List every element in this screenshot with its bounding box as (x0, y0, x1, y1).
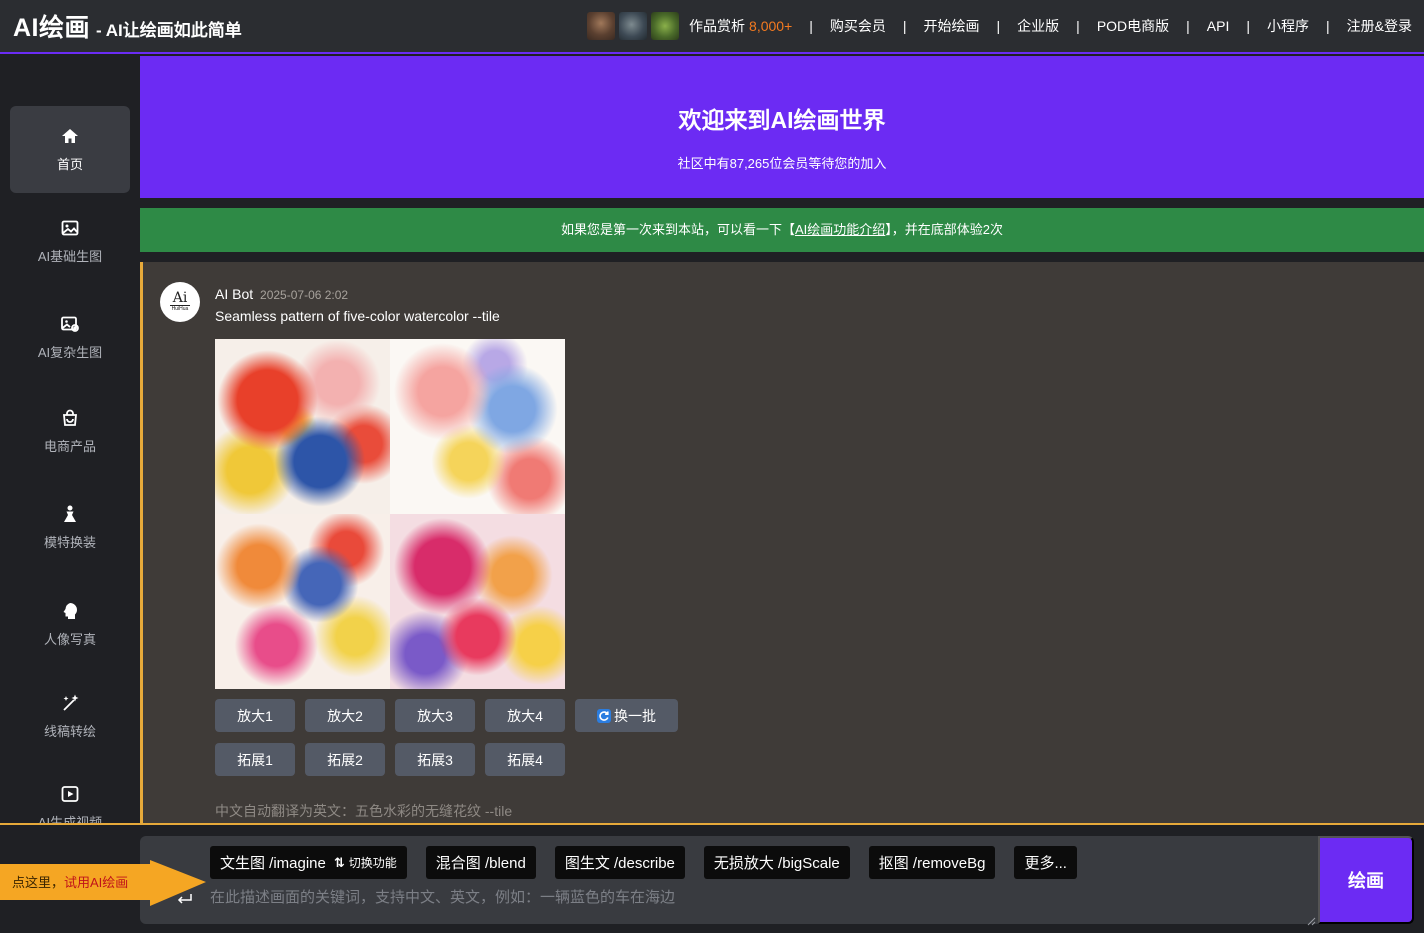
sidebar-item-video[interactable]: AI生成视频 (10, 764, 130, 823)
reroll-label: 换一批 (614, 707, 656, 724)
extend-button-row: 拓展1 拓展2 拓展3 拓展4 (215, 743, 565, 776)
portrait-icon (60, 601, 80, 621)
nav-separator: | (1326, 18, 1330, 34)
nav-separator: | (1186, 18, 1190, 34)
brand[interactable]: AI绘画 - AI让绘画如此简单 (13, 8, 242, 44)
gallery-count: 8,000+ (749, 18, 793, 34)
sparkle-icon (60, 693, 80, 713)
nav-buy-membership[interactable]: 购买会员 (830, 16, 886, 36)
extend-3-button[interactable]: 拓展3 (395, 743, 475, 776)
nav-gallery[interactable]: 作品赏析 8,000+ (689, 16, 792, 36)
imagine-command[interactable]: 文生图 /imagine ⇅ 切换功能 (210, 846, 407, 879)
welcome-banner: 欢迎来到AI绘画世界 社区中有87,265位会员等待您的加入 (140, 56, 1424, 198)
reroll-button[interactable]: 换一批 (575, 699, 678, 732)
upscale-1-button[interactable]: 放大1 (215, 699, 295, 732)
generated-image-grid[interactable] (215, 339, 565, 689)
prompt-input-box[interactable]: 文生图 /imagine ⇅ 切换功能 混合图 /blend 图生文 /desc… (140, 836, 1318, 926)
nav-separator: | (809, 18, 813, 34)
nav-mini-program[interactable]: 小程序 (1267, 16, 1309, 36)
sidebar-item-label: 首页 (56, 157, 83, 172)
banner-title: 欢迎来到AI绘画世界 (678, 107, 886, 133)
nav-register-login[interactable]: 注册&登录 (1347, 16, 1412, 36)
feature-intro-link[interactable]: AI绘画功能介绍 (795, 222, 885, 237)
removebg-command[interactable]: 抠图 /removeBg (868, 846, 996, 879)
switch-arrows-icon: ⇅ (333, 854, 345, 870)
sidebar-item-ecommerce[interactable]: 电商产品 (10, 388, 130, 475)
message-timestamp: 2025-07-06 2:02 (260, 288, 349, 302)
top-nav: 作品赏析 8,000+ | 购买会员 | 开始绘画 | 企业版 | POD电商版 … (587, 0, 1412, 52)
image-icon (60, 218, 80, 238)
nav-separator: | (1246, 18, 1251, 34)
command-row: 文生图 /imagine ⇅ 切换功能 混合图 /blend 图生文 /desc… (210, 846, 1077, 879)
sidebar-item-label: 模特换装 (43, 535, 96, 550)
sidebar-item-label: AI基础生图 (37, 249, 103, 264)
video-play-icon (60, 784, 80, 804)
sidebar-item-label: AI生成视频 (37, 815, 103, 823)
message-header: AI Bot 2025-07-06 2:02 (215, 286, 348, 302)
image-edit-icon (60, 314, 80, 334)
nav-pod-ecommerce[interactable]: POD电商版 (1097, 16, 1169, 36)
sidebar-item-home[interactable]: 首页 (10, 106, 130, 193)
prompt-placeholder[interactable]: 在此描述画面的关键词，支持中文、英文，例如：一辆蓝色的车在海边 (210, 886, 675, 907)
sidebar-item-label: AI复杂生图 (37, 345, 103, 360)
message-prompt: Seamless pattern of five-color watercolo… (215, 308, 500, 324)
draw-button[interactable]: 绘画 (1318, 836, 1414, 924)
nav-separator: | (996, 18, 1001, 34)
more-commands[interactable]: 更多... (1014, 846, 1077, 879)
home-icon (60, 126, 80, 146)
sidebar-item-basic-image[interactable]: AI基础生图 (10, 198, 130, 285)
upscale-3-button[interactable]: 放大3 (395, 699, 475, 732)
describe-command[interactable]: 图生文 /describe (554, 846, 685, 879)
banner-subtitle: 社区中有87,265位会员等待您的加入 (677, 156, 887, 171)
gallery-thumbnail[interactable] (651, 12, 680, 40)
translation-note: 中文自动翻译为英文：五色水彩的无缝花纹 --tile (215, 803, 513, 819)
sidebar: 首页 AI基础生图 AI复杂生图 电商产品 模特换装 人像写真 线稿转绘 AI生… (0, 56, 140, 823)
generated-image[interactable] (390, 339, 565, 514)
extend-2-button[interactable]: 拓展2 (305, 743, 385, 776)
resize-handle-icon[interactable] (1307, 913, 1316, 926)
upscale-button-row: 放大1 放大2 放大3 放大4 换一批 (215, 699, 678, 732)
bigscale-command[interactable]: 无损放大 /bigScale (703, 846, 850, 879)
upscale-2-button[interactable]: 放大2 (305, 699, 385, 732)
nav-separator: | (1076, 18, 1080, 34)
model-icon (60, 504, 80, 524)
shopping-bag-icon (60, 408, 80, 428)
brand-logo[interactable]: AI绘画 (13, 8, 90, 44)
sidebar-item-label: 线稿转绘 (43, 724, 96, 739)
notice-text: 如果您是第一次来到本站，可以看一下【 (560, 222, 795, 237)
nav-enterprise[interactable]: 企业版 (1017, 16, 1059, 36)
extend-1-button[interactable]: 拓展1 (215, 743, 295, 776)
message-area[interactable]: Ai HuiHua AI Bot 2025-07-06 2:02 Seamles… (140, 262, 1424, 823)
generated-image[interactable] (390, 514, 565, 689)
sidebar-item-complex-image[interactable]: AI复杂生图 (10, 294, 130, 381)
nav-api[interactable]: API (1207, 18, 1230, 34)
nav-start-drawing[interactable]: 开始绘画 (924, 16, 980, 36)
sidebar-item-label: 电商产品 (43, 439, 96, 454)
try-tip-text[interactable]: 点这里，试用AI绘画 (12, 872, 128, 891)
generated-image[interactable] (215, 514, 390, 689)
sidebar-item-portrait[interactable]: 人像写真 (10, 581, 130, 668)
first-visit-notice: 如果您是第一次来到本站，可以看一下【AI绘画功能介绍】，并在底部体验2次 (140, 208, 1424, 252)
bot-avatar: Ai HuiHua (160, 282, 200, 322)
sidebar-item-model-dressing[interactable]: 模特换装 (10, 484, 130, 571)
upscale-4-button[interactable]: 放大4 (485, 699, 565, 732)
top-bar: AI绘画 - AI让绘画如此简单 作品赏析 8,000+ | 购买会员 | 开始绘… (0, 0, 1424, 54)
gallery-thumbnail[interactable] (619, 12, 648, 40)
gallery-thumbnails[interactable] (587, 12, 680, 40)
generated-image[interactable] (215, 339, 390, 514)
sidebar-item-lineart[interactable]: 线稿转绘 (10, 673, 130, 760)
refresh-icon (597, 708, 611, 723)
notice-text: 】，并在底部体验2次 (885, 222, 1004, 237)
message-author: AI Bot (215, 286, 254, 302)
sidebar-item-label: 人像写真 (43, 632, 96, 647)
composer-bar: 文生图 /imagine ⇅ 切换功能 混合图 /blend 图生文 /desc… (0, 823, 1424, 933)
extend-4-button[interactable]: 拓展4 (485, 743, 565, 776)
gallery-thumbnail[interactable] (587, 12, 616, 40)
brand-slogan: - AI让绘画如此简单 (96, 21, 242, 40)
switch-function-label[interactable]: 切换功能 (349, 854, 397, 871)
blend-command[interactable]: 混合图 /blend (425, 846, 536, 879)
nav-separator: | (902, 18, 907, 34)
